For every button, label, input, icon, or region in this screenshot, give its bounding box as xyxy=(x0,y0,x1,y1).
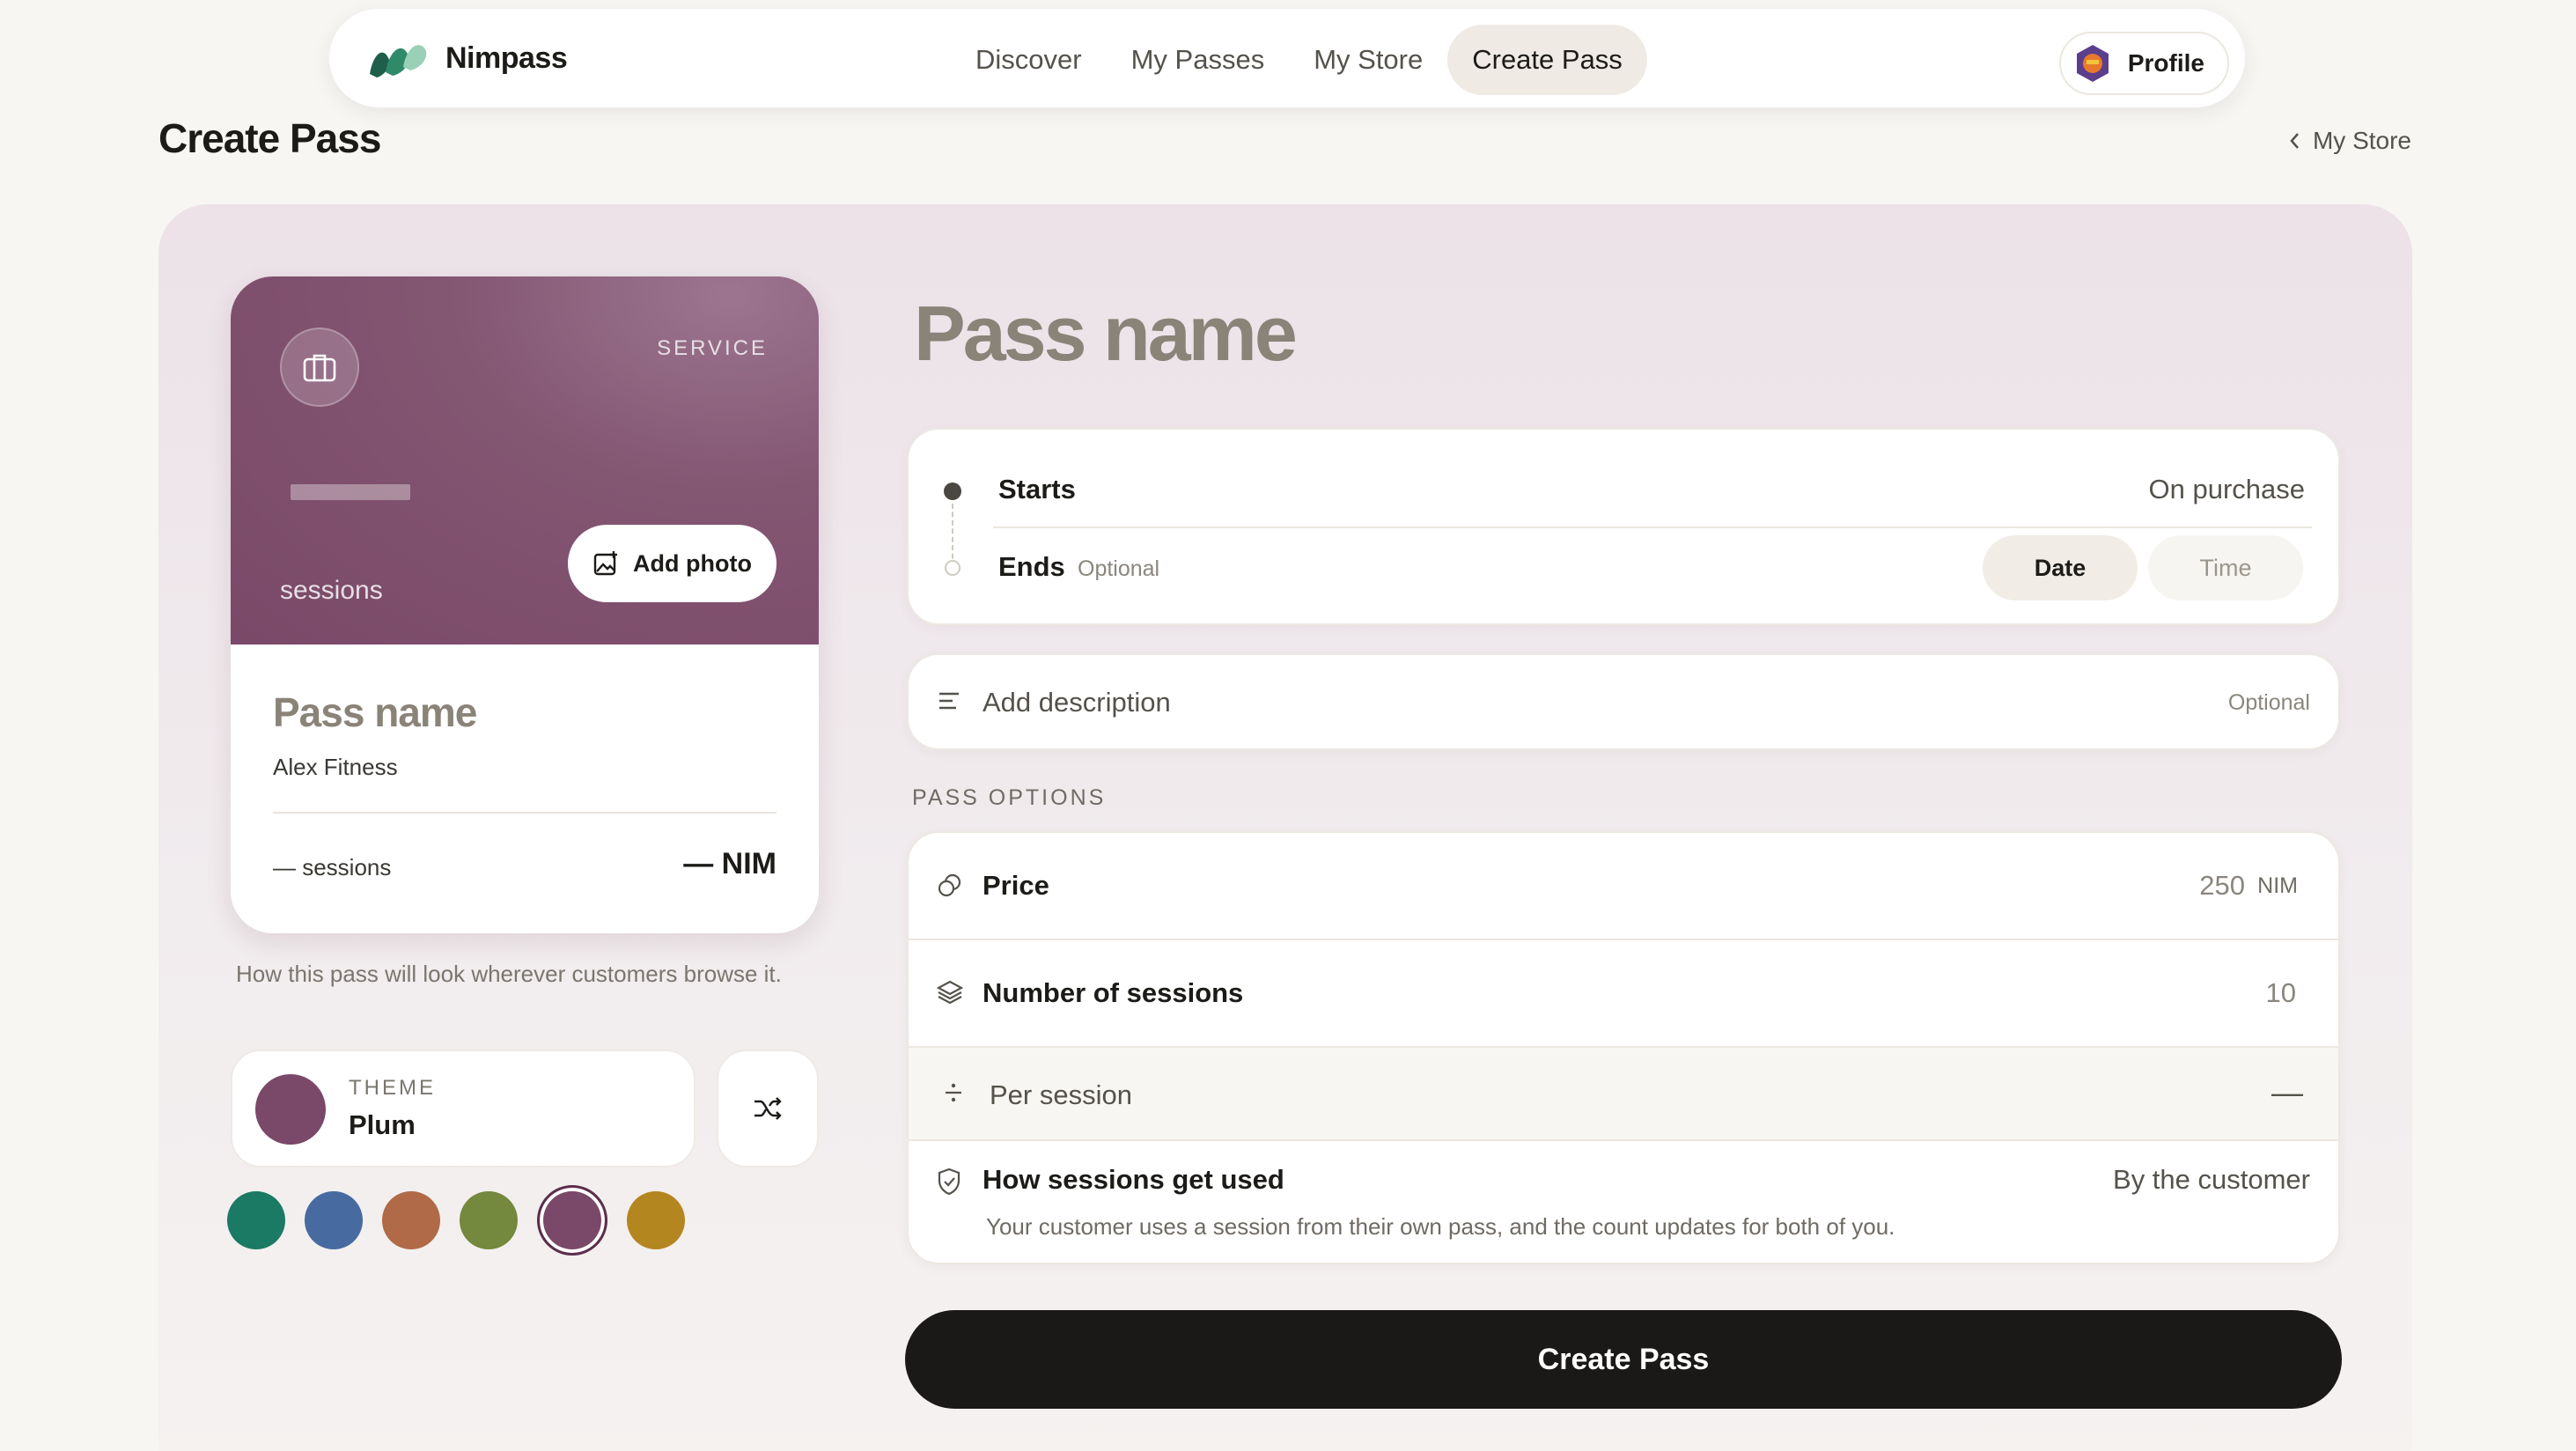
nav-my-passes[interactable]: My Passes xyxy=(1107,25,1290,95)
usage-value[interactable]: By the customer xyxy=(2113,1164,2310,1196)
theme-current-swatch xyxy=(255,1074,326,1145)
swatch-amber[interactable] xyxy=(627,1191,685,1249)
end-time-button[interactable]: Time xyxy=(2148,535,2303,600)
card-pass-name: Pass name xyxy=(273,689,477,735)
nav-links: Discover My Passes My Store Create Pass xyxy=(951,25,1647,95)
per-session-row: Per session — xyxy=(909,1048,2338,1141)
sessions-row[interactable]: Number of sessions 10 xyxy=(909,940,2338,1048)
brand-name: Nimpass xyxy=(445,41,568,75)
page-title: Create Pass xyxy=(158,115,381,161)
card-kind-label: SERVICE xyxy=(657,336,768,360)
sessions-input[interactable]: 10 xyxy=(2266,977,2296,1009)
start-dot xyxy=(944,482,961,500)
add-image-icon xyxy=(593,551,618,576)
profile-button[interactable]: Profile xyxy=(2058,32,2229,95)
swatch-blue[interactable] xyxy=(305,1191,363,1249)
description-field[interactable]: Add description Optional xyxy=(907,653,2340,750)
per-session-value: — xyxy=(2271,1074,2303,1110)
theme-selector[interactable]: THEME Plum xyxy=(231,1050,696,1167)
back-link-label: My Store xyxy=(2312,127,2411,154)
pass-preview-card: SERVICE sessions Add photo Pass name Ale… xyxy=(231,276,819,933)
card-store-name: Alex Fitness xyxy=(273,754,398,780)
card-session-count: — sessions xyxy=(273,854,392,880)
price-unit: NIM xyxy=(2257,873,2298,898)
create-pass-button[interactable]: Create Pass xyxy=(905,1310,2342,1409)
top-nav: Nimpass Discover My Passes My Store Crea… xyxy=(329,9,2245,107)
divide-icon xyxy=(946,1083,961,1102)
usage-label: How sessions get used xyxy=(983,1164,1284,1195)
profile-label: Profile xyxy=(2127,49,2204,77)
card-count-placeholder xyxy=(291,484,410,500)
layers-icon xyxy=(937,980,963,1005)
ends-optional-tag: Optional xyxy=(1078,556,1160,581)
description-placeholder: Add description xyxy=(983,687,1171,718)
briefcase-icon xyxy=(280,328,359,407)
per-session-label: Per session xyxy=(990,1079,1132,1110)
theme-swatches xyxy=(227,1185,685,1256)
nav-my-store[interactable]: My Store xyxy=(1289,25,1447,95)
preview-caption: How this pass will look wherever custome… xyxy=(236,961,782,987)
starts-label: Starts xyxy=(998,474,1076,505)
pass-options-heading: PASS OPTIONS xyxy=(912,785,1107,810)
brand-logo-icon xyxy=(370,45,427,77)
card-sessions-label: sessions xyxy=(280,576,383,605)
theme-value: Plum xyxy=(349,1109,416,1140)
theme-label: THEME xyxy=(349,1076,436,1100)
end-dot xyxy=(945,560,960,576)
shuffle-theme-button[interactable] xyxy=(717,1050,819,1167)
add-photo-button[interactable]: Add photo xyxy=(568,525,776,602)
session-usage-row[interactable]: How sessions get used By the customer Yo… xyxy=(909,1141,2338,1263)
card-cover: SERVICE sessions Add photo xyxy=(231,276,819,644)
add-photo-label: Add photo xyxy=(633,549,752,577)
dates-divider xyxy=(993,527,2312,528)
swatch-copper[interactable] xyxy=(382,1191,440,1249)
validity-dates-box: Starts On purchase Ends Optional Date Ti… xyxy=(907,428,2340,625)
chevron-left-icon xyxy=(2290,133,2299,149)
timeline-connector xyxy=(952,504,953,567)
card-divider xyxy=(273,812,776,814)
nav-create-pass[interactable]: Create Pass xyxy=(1447,25,1647,95)
price-row[interactable]: Price 250 NIM xyxy=(909,833,2338,940)
profile-avatar-icon xyxy=(2076,45,2109,82)
shuffle-icon xyxy=(754,1097,782,1120)
swatch-olive[interactable] xyxy=(460,1191,518,1249)
brand[interactable]: Nimpass xyxy=(364,33,568,83)
price-label: Price xyxy=(983,870,1049,901)
swatch-teal[interactable] xyxy=(227,1191,285,1249)
price-input[interactable]: 250 xyxy=(2199,870,2245,902)
sessions-label: Number of sessions xyxy=(983,977,1244,1008)
description-optional-tag: Optional xyxy=(2227,690,2310,715)
usage-description: Your customer uses a session from their … xyxy=(986,1213,1895,1240)
nav-discover[interactable]: Discover xyxy=(951,25,1107,95)
ends-label: Ends xyxy=(998,551,1065,582)
starts-value[interactable]: On purchase xyxy=(2149,474,2306,505)
pass-options-box: Price 250 NIM Number of sessions 10 Per … xyxy=(907,831,2340,1264)
swatch-plum[interactable] xyxy=(537,1185,607,1256)
shield-check-icon xyxy=(938,1167,960,1196)
card-price: — NIM xyxy=(683,847,776,880)
pass-name-input[interactable]: Pass name xyxy=(914,289,1298,379)
text-align-left-icon xyxy=(939,692,959,710)
coins-icon xyxy=(938,873,961,897)
end-date-button[interactable]: Date xyxy=(1983,535,2138,600)
back-to-my-store-link[interactable]: My Store xyxy=(2288,127,2411,155)
